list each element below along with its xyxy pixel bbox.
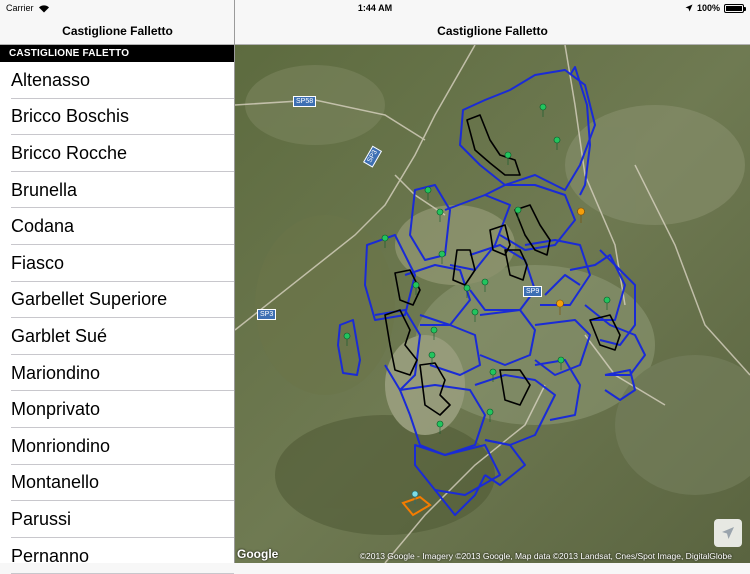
list-item[interactable]: Altenasso xyxy=(0,62,234,99)
location-arrow-icon xyxy=(685,4,693,12)
map-canvas[interactable] xyxy=(235,45,750,563)
list-item[interactable]: Garblet Sué xyxy=(0,318,234,355)
list-item[interactable]: Pernanno xyxy=(0,538,234,574)
road-label: SP58 xyxy=(293,96,317,107)
location-arrow-icon xyxy=(722,527,734,539)
list-item[interactable]: Garbellet Superiore xyxy=(0,282,234,319)
list-item[interactable]: Brunella xyxy=(0,172,234,209)
list-item[interactable]: Bricco Boschis xyxy=(0,99,234,136)
status-bar: Carrier 1:44 AM 100% xyxy=(0,0,750,18)
list-item[interactable]: Montanello xyxy=(0,465,234,502)
road-label: SP3 xyxy=(257,309,277,320)
battery-fill xyxy=(726,5,742,11)
list-item[interactable]: Parussi xyxy=(0,501,234,538)
battery-icon xyxy=(724,3,746,13)
list-item[interactable]: Monriondino xyxy=(0,428,234,465)
google-logo: Google xyxy=(237,547,279,561)
list-item[interactable]: Codana xyxy=(0,208,234,245)
status-time: 1:44 AM xyxy=(357,3,393,13)
battery-percent: 100% xyxy=(696,3,720,13)
satellite-map[interactable]: SP58 SP3 SP3 SP9 Google ©2013 Google - I… xyxy=(235,45,750,563)
list-item[interactable]: Monprivato xyxy=(0,391,234,428)
detail-panel: Castiglione Falletto SP58 SP3 SP3 SP9 Go… xyxy=(235,0,750,563)
detail-title: Castiglione Falletto xyxy=(437,24,548,38)
list-item[interactable]: Fiasco xyxy=(0,245,234,282)
list-item[interactable]: Mariondino xyxy=(0,355,234,392)
master-title: Castiglione Falletto xyxy=(62,24,173,38)
list-item[interactable]: Bricco Rocche xyxy=(0,135,234,172)
road-label: SP9 xyxy=(523,286,543,297)
section-header: CASTIGLIONE FALETTO xyxy=(0,45,234,62)
master-panel: Castiglione Falletto CASTIGLIONE FALETTO… xyxy=(0,0,235,574)
vineyard-list: Altenasso Bricco Boschis Bricco Rocche B… xyxy=(0,62,234,574)
location-button[interactable] xyxy=(714,519,742,547)
map-attribution[interactable]: ©2013 Google - Imagery ©2013 Google, Map… xyxy=(360,551,732,561)
